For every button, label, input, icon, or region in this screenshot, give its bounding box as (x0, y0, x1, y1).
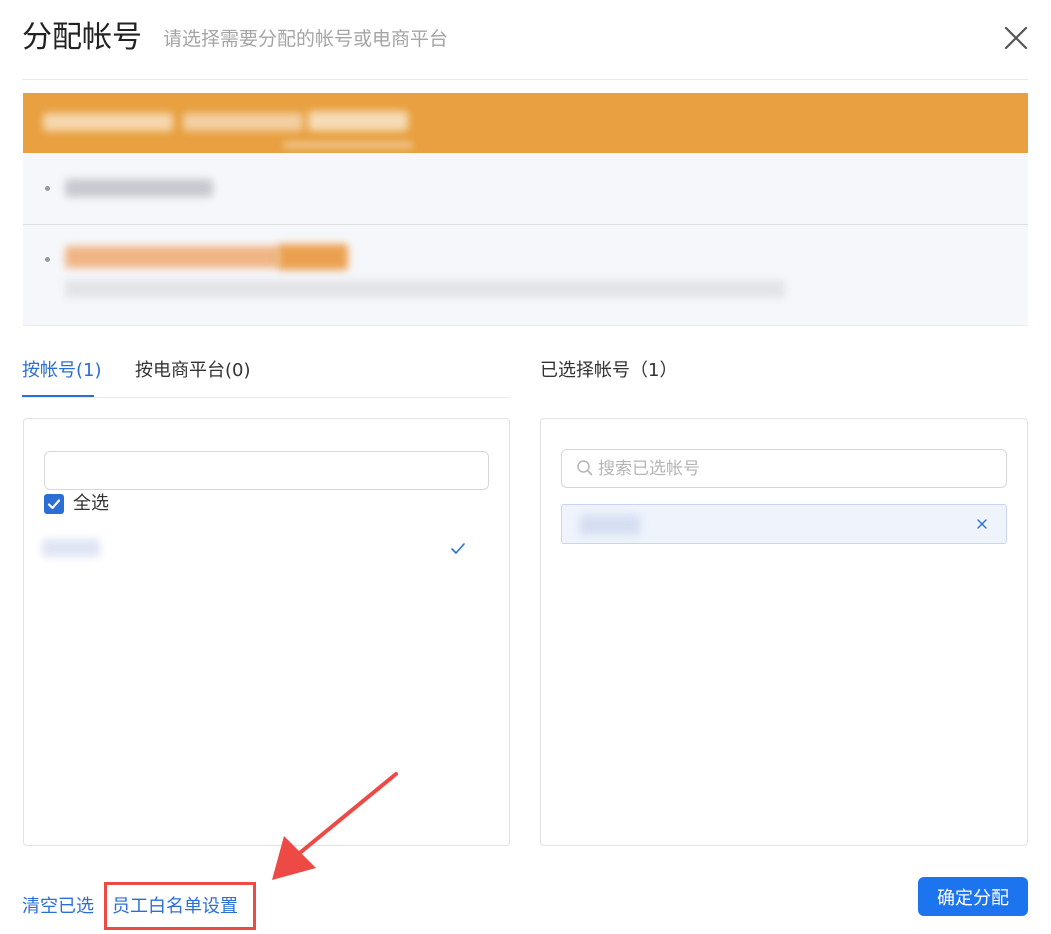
close-icon[interactable] (1000, 22, 1032, 54)
tab-by-platform[interactable]: 按电商平台(0) (135, 358, 251, 384)
selected-accounts-title: 已选择帐号（1） (540, 360, 678, 381)
select-all-label: 全选 (73, 493, 109, 514)
redacted-notice (23, 225, 1028, 326)
remove-tag-icon[interactable] (973, 515, 991, 533)
header-divider (22, 79, 1028, 80)
account-list-item[interactable] (40, 536, 102, 560)
redacted-info-row (23, 153, 1028, 225)
dialog-title: 分配帐号 (22, 20, 142, 55)
annotation-highlight-box (104, 882, 256, 930)
active-tab-indicator (22, 395, 94, 397)
account-search-input[interactable] (44, 451, 489, 490)
item-selected-check-icon (449, 540, 467, 558)
selected-search-input[interactable] (561, 449, 1007, 488)
checkbox-check-icon (47, 499, 61, 510)
select-all-checkbox[interactable] (44, 494, 64, 514)
tab-bar-divider (22, 397, 510, 398)
clear-selected-link[interactable]: 清空已选 (22, 895, 94, 919)
dialog-subtitle: 请选择需要分配的帐号或电商平台 (163, 28, 449, 50)
annotation-arrow-icon (262, 770, 402, 885)
tab-by-account[interactable]: 按帐号(1) (22, 358, 102, 384)
confirm-assign-button[interactable]: 确定分配 (918, 877, 1028, 916)
search-icon (575, 458, 595, 478)
selected-account-tag (561, 504, 1007, 544)
redacted-banner (23, 93, 1028, 153)
